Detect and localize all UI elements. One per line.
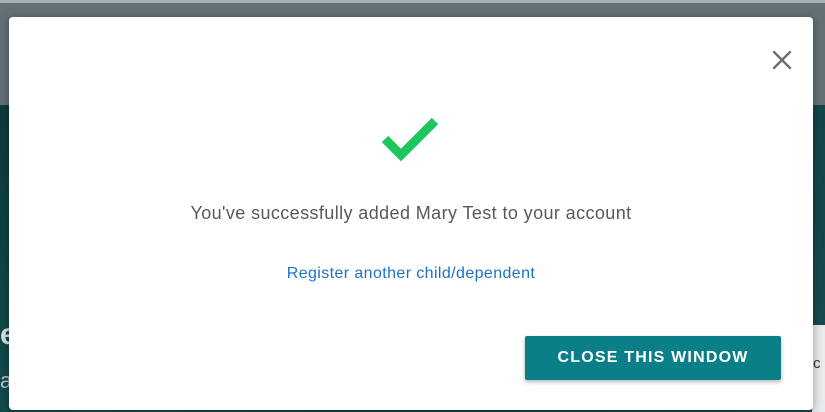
register-another-link[interactable]: Register another child/dependent (287, 265, 536, 282)
success-modal: You've successfully added Mary Test to y… (9, 17, 813, 410)
secondary-link-row: Register another child/dependent (9, 265, 813, 283)
close-icon[interactable] (767, 45, 797, 75)
close-window-button[interactable]: CLOSE THIS WINDOW (525, 336, 781, 380)
background-text-fragment: c (813, 355, 821, 372)
checkmark-icon (379, 115, 441, 163)
success-message: You've successfully added Mary Test to y… (190, 203, 632, 223)
background-top-line (0, 0, 825, 3)
